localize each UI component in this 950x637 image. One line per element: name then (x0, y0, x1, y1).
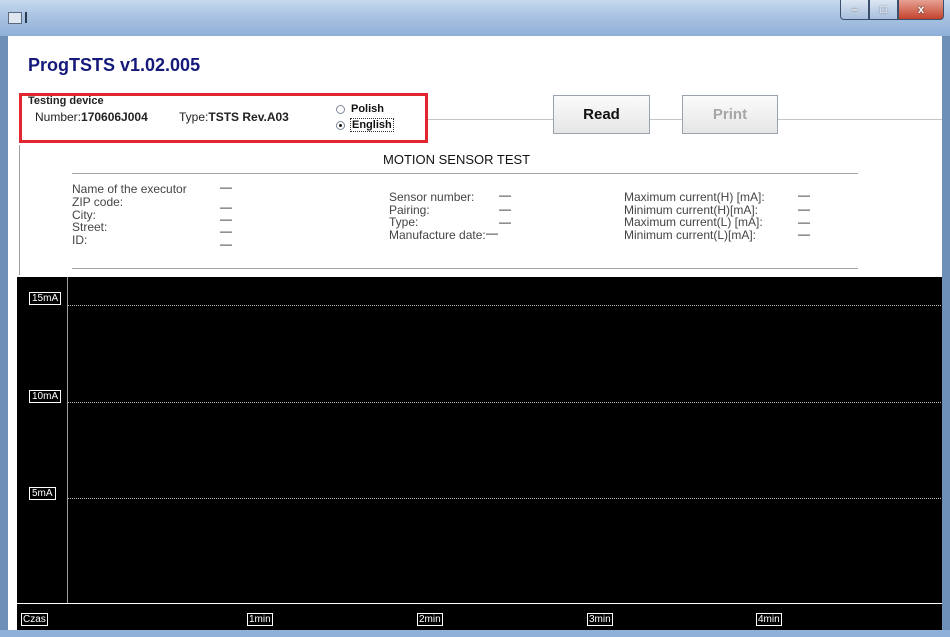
min-current-l-value: — (798, 227, 810, 241)
radio-polish-icon[interactable] (336, 104, 345, 114)
device-number-label: Number: (35, 110, 82, 124)
radio-english-label: English (350, 118, 394, 132)
device-number-value: 170606J004 (81, 110, 148, 124)
minimize-button[interactable]: – (840, 0, 869, 20)
window-frame-bottom (0, 630, 950, 637)
language-radio-polish[interactable]: Polish (336, 103, 384, 115)
current-graph (17, 277, 942, 630)
device-type: Type:TSTS Rev.A03 (179, 110, 289, 124)
close-button[interactable]: x (898, 0, 944, 20)
id-value: — (220, 237, 232, 251)
sensor-number-value: — (499, 188, 511, 202)
read-button[interactable]: Read (553, 95, 650, 134)
report-bottom-rule (72, 268, 858, 269)
zip-code-label: ZIP code: (72, 195, 124, 209)
testing-device-title: Testing device (28, 95, 104, 107)
x-label-4min: 4min (756, 613, 782, 626)
y-label-15ma: 15mA (29, 292, 62, 305)
min-current-h-value: — (798, 202, 810, 216)
max-current-h-value: — (798, 188, 810, 202)
graph-y-axis (67, 277, 68, 603)
y-label-10ma: 10mA (29, 390, 62, 403)
x-label-2min: 2min (417, 613, 443, 626)
maximize-button[interactable]: □ (869, 0, 898, 20)
min-current-l-label: Minimum current(L)[mA]: (624, 228, 757, 242)
pairing-value: — (499, 202, 511, 216)
app-icon (8, 12, 22, 24)
street-value: — (220, 224, 232, 238)
window-controls: – □ x (840, 0, 944, 20)
window-titlebar: – □ x (0, 0, 950, 36)
close-icon: x (917, 3, 925, 16)
print-button[interactable]: Print (682, 95, 778, 134)
type-value: — (499, 215, 511, 229)
report-top-rule (72, 173, 858, 174)
executor-name-value: — (220, 180, 232, 194)
type-label: Type: (389, 215, 419, 229)
x-label-1min: 1min (247, 613, 273, 626)
max-current-l-label: Maximum current(L) [mA]: (624, 215, 763, 229)
id-label: ID: (72, 233, 88, 247)
street-label: Street: (72, 220, 108, 234)
manufacture-date-value: — (486, 226, 498, 240)
titlebar-separator (25, 12, 27, 23)
app-title: ProgTSTS v1.02.005 (28, 55, 201, 75)
device-number: Number:170606J004 (35, 110, 148, 124)
grid-line-15ma (68, 305, 941, 306)
manufacture-date-label: Manufacture date: (389, 228, 486, 242)
language-radio-english[interactable]: English (336, 118, 394, 132)
radio-polish-label: Polish (351, 103, 385, 115)
device-type-value: TSTS Rev.A03 (208, 110, 289, 124)
sensor-number-label: Sensor number: (389, 190, 475, 204)
grid-line-5ma (68, 498, 941, 499)
x-label-czas: Czas (21, 613, 48, 626)
graph-x-axis (17, 603, 942, 604)
x-label-3min: 3min (587, 613, 613, 626)
separator-line (778, 119, 942, 120)
report-title: MOTION SENSOR TEST (383, 152, 531, 167)
radio-english-icon[interactable] (336, 120, 345, 130)
separator-line (428, 119, 553, 120)
executor-name-label: Name of the executor (72, 182, 187, 196)
separator-line (650, 119, 682, 120)
max-current-h-label: Maximum current(H) [mA]: (624, 190, 765, 204)
y-label-5ma: 5mA (29, 487, 56, 500)
minimize-icon: – (851, 3, 858, 16)
maximize-icon: □ (880, 3, 887, 16)
device-type-label: Type: (179, 110, 209, 124)
grid-line-10ma (68, 402, 941, 403)
